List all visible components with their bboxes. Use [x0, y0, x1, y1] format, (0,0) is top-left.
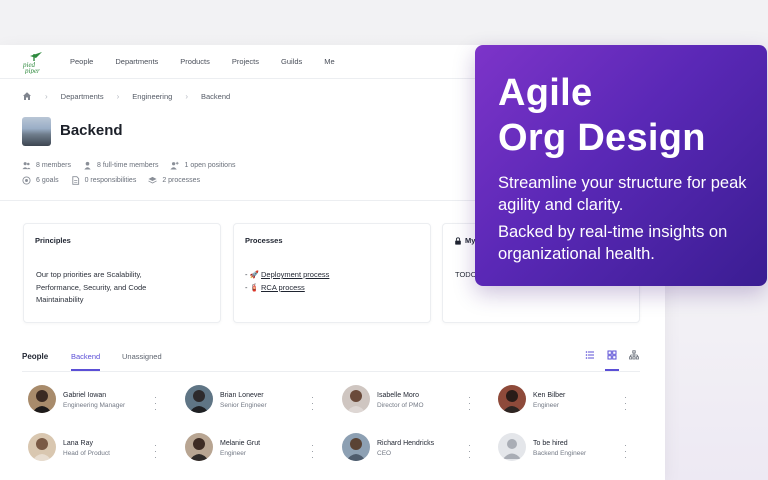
avatar [28, 433, 56, 461]
more-options-icon[interactable]: · · · [154, 393, 157, 414]
tab-backend[interactable]: Backend [71, 352, 101, 371]
nav-products[interactable]: Products [180, 57, 210, 66]
person-card[interactable]: Isabelle Moro Director of PMO · · · [336, 385, 481, 417]
breadcrumb-engineering[interactable]: Engineering [132, 92, 172, 101]
more-options-icon[interactable]: · · · [624, 441, 627, 462]
members-stat: 8 members [22, 161, 71, 170]
list-view-icon[interactable] [585, 350, 595, 360]
page-title: Backend [60, 122, 123, 139]
more-options-icon[interactable]: · · · [311, 441, 314, 462]
person-card[interactable]: Brian Lonever Senior Engineer · · · [179, 385, 324, 417]
rca-process-link[interactable]: RCA process [261, 283, 305, 292]
person-card[interactable]: To be hired Backend Engineer · · · [492, 433, 637, 465]
nav-me[interactable]: Me [324, 57, 334, 66]
promo-paragraph-2: Backed by real-time insights on organiza… [498, 223, 728, 263]
more-options-icon[interactable]: · · · [311, 393, 314, 414]
processes-stat: 2 processes [148, 176, 200, 185]
pied-piper-logo[interactable]: pied piper [22, 50, 48, 75]
team-stats-row-1: 8 members 8 full-time members 1 open pos… [22, 161, 247, 170]
process-item: - 🧯 RCA process [245, 282, 305, 292]
principles-card-body: Our top priorities are Scalability, Perf… [36, 270, 147, 304]
chevron-right-icon: › [116, 91, 120, 101]
avatar [342, 385, 370, 413]
chevron-right-icon: › [185, 91, 188, 101]
person-icon [84, 161, 91, 170]
my-card-title: My [454, 236, 475, 245]
grid-view-tab[interactable] [605, 350, 619, 371]
team-image [22, 117, 51, 146]
person-card[interactable]: Ken Bilber Engineer · · · [492, 385, 637, 417]
deployment-process-link[interactable]: Deployment process [261, 270, 329, 279]
responsibilities-stat: 0 responsibilities [71, 176, 136, 185]
document-icon [71, 176, 79, 185]
breadcrumb-backend[interactable]: Backend [201, 92, 230, 101]
svg-text:piper: piper [24, 67, 40, 74]
promo-headline: Agile Org Design [498, 72, 706, 159]
people-section-title: People [22, 352, 49, 361]
tab-unassigned[interactable]: Unassigned [122, 352, 162, 361]
processes-card[interactable]: Processes - 🚀 Deployment process - 🧯 RCA… [233, 223, 431, 323]
more-options-icon[interactable]: · · · [468, 393, 471, 414]
principles-card[interactable]: Principles Our top priorities are Scalab… [23, 223, 221, 323]
nav-departments[interactable]: Departments [115, 57, 158, 66]
person-card[interactable]: Lana Ray Head of Product · · · [22, 433, 167, 465]
home-icon[interactable] [22, 91, 32, 101]
target-icon [22, 176, 31, 185]
breadcrumb-departments[interactable]: Departments [61, 92, 104, 101]
more-options-icon[interactable]: · · · [154, 441, 157, 462]
nav-guilds[interactable]: Guilds [281, 57, 302, 66]
people-tabs: People Backend Unassigned [22, 350, 640, 372]
avatar [185, 433, 213, 461]
breadcrumb: › Departments › Engineering › Backend [22, 91, 230, 101]
team-stats-row-2: 6 goals 0 responsibilities 2 processes [22, 176, 212, 185]
person-card[interactable]: Richard Hendricks CEO · · · [336, 433, 481, 465]
chevron-right-icon: › [45, 91, 48, 101]
avatar [498, 385, 526, 413]
person-card[interactable]: Gabriel Iowan Engineering Manager · · · [22, 385, 167, 417]
layers-icon [148, 176, 158, 184]
avatar [28, 385, 56, 413]
processes-card-body: - 🚀 Deployment process - 🧯 RCA process [245, 269, 420, 294]
principles-card-title: Principles [35, 236, 71, 245]
grid-view-icon[interactable] [607, 350, 617, 360]
avatar [342, 433, 370, 461]
goals-stat: 6 goals [22, 176, 59, 185]
promo-paragraph-1: Streamline your structure for peak agili… [498, 174, 747, 214]
members-icon [22, 162, 31, 170]
processes-card-title: Processes [245, 236, 283, 245]
promo-banner: Agile Org Design Streamline your structu… [475, 45, 767, 286]
nav-people[interactable]: People [70, 57, 93, 66]
more-options-icon[interactable]: · · · [468, 441, 471, 462]
fulltime-stat: 8 full-time members [83, 161, 158, 170]
nav-projects[interactable]: Projects [232, 57, 259, 66]
avatar-placeholder [498, 433, 526, 461]
open-positions-stat: 1 open positions [170, 161, 235, 170]
add-person-icon [170, 161, 180, 170]
person-card[interactable]: Melanie Grut Engineer · · · [179, 433, 324, 465]
more-options-icon[interactable]: · · · [624, 393, 627, 414]
lock-icon [455, 236, 461, 245]
avatar [185, 385, 213, 413]
org-chart-icon[interactable] [629, 350, 639, 360]
process-item: - 🚀 Deployment process [245, 270, 330, 279]
